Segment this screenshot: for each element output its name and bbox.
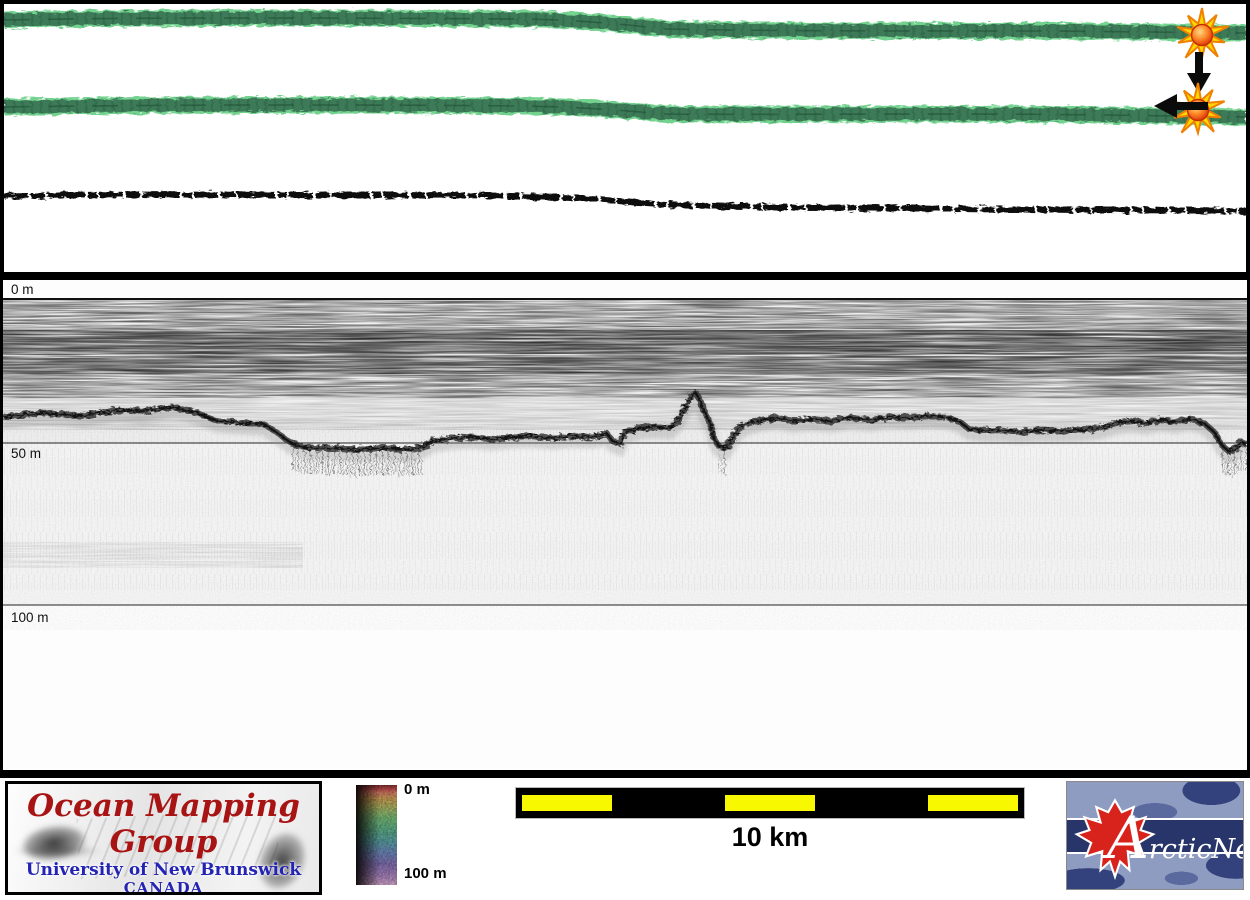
omg-subtitle: University of New Brunswick xyxy=(25,860,302,880)
omg-title: Ocean Mapping Group xyxy=(27,788,300,860)
depth-label-50m: 50 m xyxy=(11,446,42,461)
deep-faint-reflector xyxy=(3,542,303,568)
scalebar-segment xyxy=(618,788,720,818)
footer: Ocean Mapping Group University of New Br… xyxy=(0,778,1250,900)
scalebar-yellow xyxy=(522,795,612,811)
scale-bar-label: 10 km xyxy=(731,822,809,852)
depth-label-0m: 0 m xyxy=(11,282,34,297)
scalebar-yellow xyxy=(928,795,1018,811)
echogram-panel: 0 m 50 m 100 m xyxy=(0,277,1250,775)
arcticnet-wordmark: ArcticNet xyxy=(1107,804,1243,872)
scalebar-segment xyxy=(821,788,923,818)
colorbar-top-label: 0 m xyxy=(404,781,430,798)
echogram-canvas xyxy=(3,280,1247,772)
arcticnet-logo: ArcticNet xyxy=(1066,781,1244,890)
scale-bar xyxy=(516,788,1024,818)
track-map-canvas xyxy=(4,7,1246,272)
scalebar-segment xyxy=(719,788,821,818)
footer-divider xyxy=(0,770,1250,778)
swath-track-2 xyxy=(4,105,1246,117)
depth-label-100m: 100 m xyxy=(11,610,49,625)
scalebar-segment xyxy=(516,788,618,818)
ocean-mapping-group-logo: Ocean Mapping Group University of New Br… xyxy=(5,781,322,895)
depth-colorbar xyxy=(356,785,397,885)
omg-country: CANADA xyxy=(123,879,204,895)
scalebar-yellow xyxy=(725,795,815,811)
swath-track-1 xyxy=(4,18,1246,33)
track-map-panel xyxy=(0,0,1250,277)
nav-track-3 xyxy=(4,195,1246,211)
colorbar-bottom-label: 100 m xyxy=(404,865,447,882)
scalebar-segment xyxy=(922,788,1024,818)
